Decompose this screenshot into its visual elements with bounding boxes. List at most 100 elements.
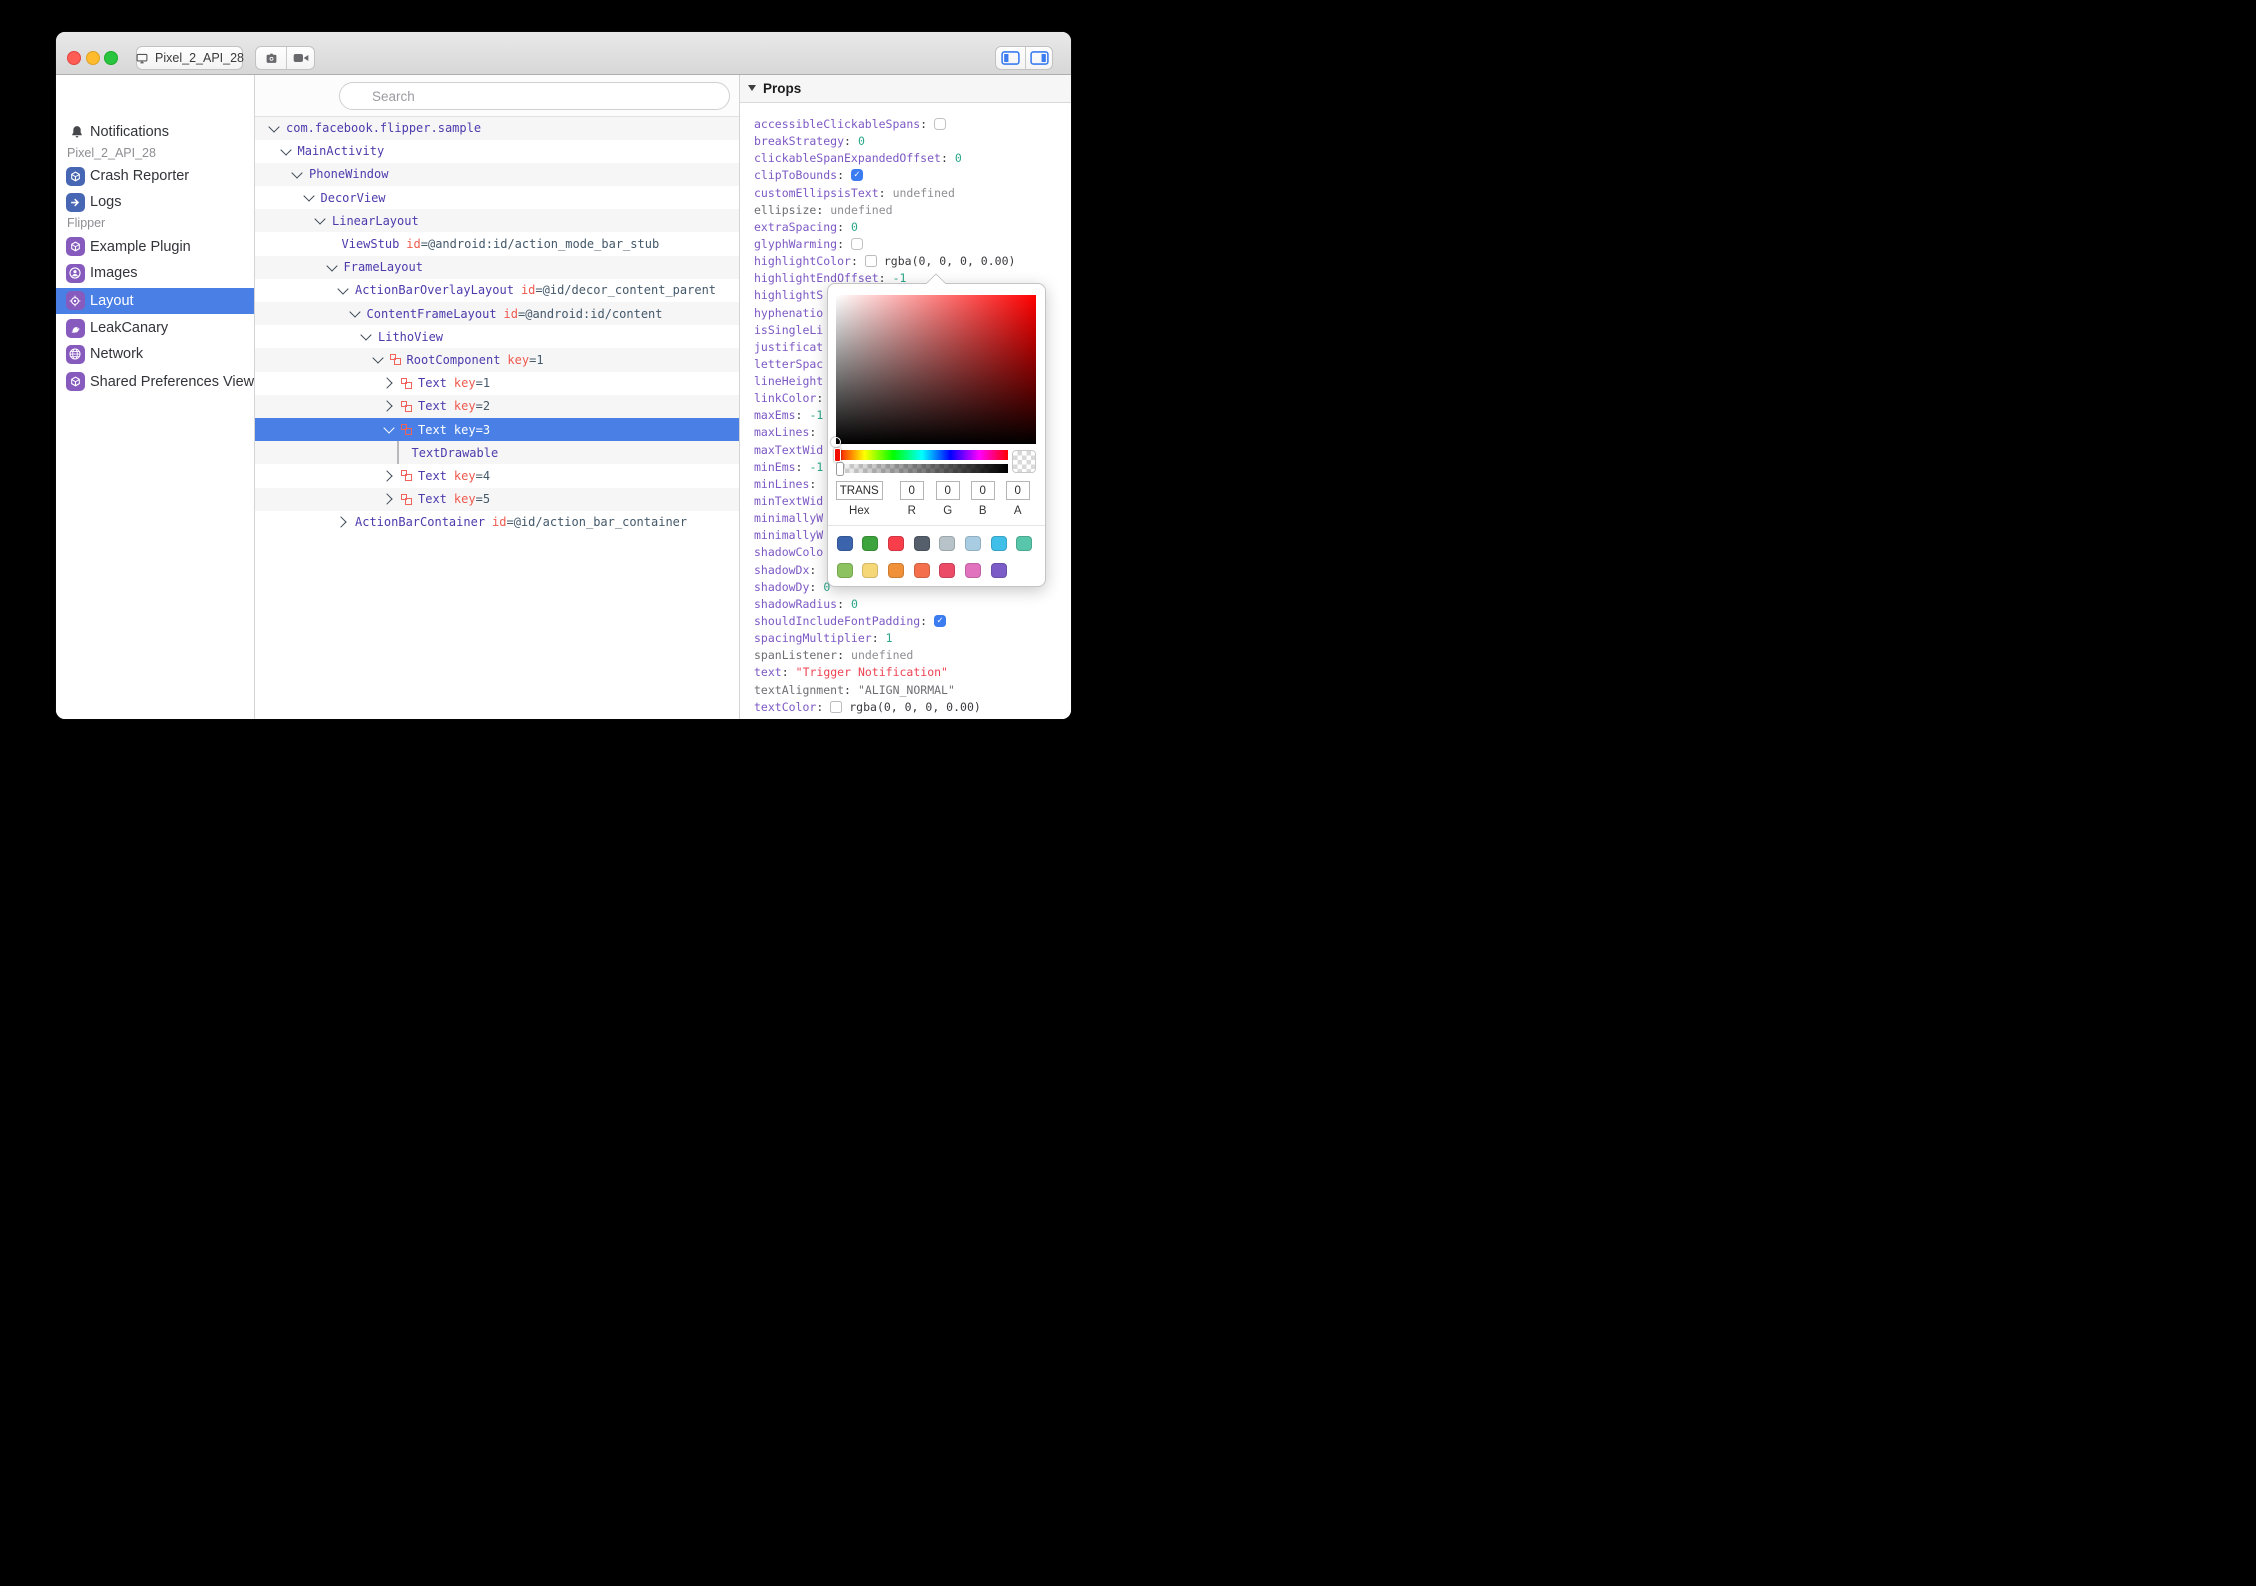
preset-color-swatch[interactable]	[964, 536, 981, 551]
tree-row[interactable]: ContentFrameLayout id =@android:id/content	[255, 302, 739, 326]
prop-row: extraSpacing:0	[754, 219, 858, 234]
blue-label: B	[978, 504, 987, 517]
zoom-button[interactable]	[104, 51, 118, 65]
checkbox-unchecked[interactable]	[851, 237, 864, 250]
hue-slider-handle[interactable]	[834, 447, 841, 462]
blue-input[interactable]: 0	[971, 481, 995, 500]
tree-row[interactable]: ViewStub id =@android:id/action_mode_bar_s…	[255, 232, 739, 255]
chevron-down-icon[interactable]	[371, 352, 384, 365]
chevron-down-icon[interactable]	[268, 120, 280, 133]
tree-row[interactable]: FrameLayout	[255, 255, 739, 279]
tree-row[interactable]: Text key =5	[255, 487, 739, 511]
chevron-down-icon[interactable]	[291, 167, 303, 179]
close-button[interactable]	[67, 51, 81, 65]
tree-row[interactable]: ActionBarOverlayLayout id =@id/decor_conte…	[255, 279, 739, 302]
red-input[interactable]: 0	[900, 481, 924, 500]
tree-row[interactable]: Text key =4	[255, 464, 739, 487]
device-selector-button[interactable]: Pixel_2_API_28	[136, 46, 244, 70]
screenshot-button[interactable]	[256, 47, 287, 69]
chevron-down-icon[interactable]	[314, 213, 326, 226]
preset-color-swatch[interactable]	[913, 536, 930, 551]
minimize-button[interactable]	[85, 51, 100, 65]
sidebar-item-shared-preferences[interactable]: Shared Preferences Viewer	[56, 369, 254, 395]
tree-row[interactable]: com.facebook.flipper.sample	[255, 116, 739, 140]
toggle-left-panel-button[interactable]	[996, 47, 1026, 69]
sidebar-item-leakcanary[interactable]: LeakCanary	[56, 315, 254, 341]
alpha-input[interactable]: 0	[1006, 481, 1030, 500]
preset-color-swatch[interactable]	[939, 562, 956, 578]
sidebar-item-network[interactable]: Network	[56, 341, 254, 367]
checkbox-unchecked[interactable]	[934, 117, 947, 130]
chevron-right-icon[interactable]	[381, 400, 393, 413]
sidebar-item-notifications[interactable]: Notifications	[56, 119, 254, 145]
tree-row[interactable]: Text key =2	[255, 394, 739, 418]
preset-color-swatch[interactable]	[887, 562, 904, 578]
record-video-button[interactable]	[286, 47, 316, 69]
preset-color-swatch[interactable]	[964, 562, 981, 578]
tree-row[interactable]: TextDrawable	[255, 441, 739, 465]
chevron-down-icon[interactable]	[383, 422, 395, 434]
preset-color-swatch[interactable]	[862, 536, 879, 551]
hex-input[interactable]: TRANS	[836, 481, 883, 500]
hue-slider[interactable]	[834, 447, 1008, 462]
chevron-down-icon[interactable]	[337, 283, 349, 295]
litho-component-icon	[401, 400, 412, 412]
alpha-slider[interactable]	[836, 461, 1008, 476]
node-name: Text	[418, 492, 447, 507]
tree-row[interactable]: LithoView	[255, 325, 739, 348]
tree-row[interactable]: DecorView	[255, 186, 739, 209]
chevron-right-icon[interactable]	[381, 470, 393, 482]
search-input[interactable]	[339, 82, 730, 110]
node-name: TextDrawable	[411, 445, 499, 460]
sidebar-item-crash-reporter[interactable]: Crash Reporter	[56, 163, 254, 189]
tree-row[interactable]: ActionBarContainer id =@id/action_bar_cont…	[255, 511, 739, 534]
preset-color-swatch[interactable]	[990, 562, 1007, 578]
preset-color-swatch[interactable]	[862, 562, 879, 578]
node-name: Text	[418, 468, 447, 483]
cube-icon	[65, 237, 85, 256]
preset-color-swatch[interactable]	[913, 562, 930, 578]
sidebar-item-logs[interactable]: Logs	[56, 189, 254, 215]
props-header[interactable]: Props	[740, 75, 1071, 103]
preset-color-swatch[interactable]	[990, 536, 1007, 551]
chevron-down-icon[interactable]	[325, 260, 338, 272]
preset-color-swatch[interactable]	[939, 536, 956, 551]
tree-row[interactable]: RootComponent key =1	[255, 348, 739, 372]
chevron-right-icon[interactable]	[335, 516, 347, 528]
video-camera-icon	[293, 52, 309, 64]
chevron-down-icon[interactable]	[279, 144, 292, 156]
checkbox-checked[interactable]	[851, 169, 864, 182]
tree-row[interactable]: Text key =1	[255, 372, 739, 395]
chevron-down-icon[interactable]	[348, 306, 361, 318]
sidebar-section-flipper: Flipper	[67, 216, 106, 230]
chevron-right-icon[interactable]	[381, 377, 393, 389]
toggle-right-panel-button[interactable]	[1025, 47, 1054, 69]
preset-color-swatch[interactable]	[887, 536, 904, 551]
preset-color-swatch[interactable]	[836, 536, 853, 551]
green-input[interactable]: 0	[936, 481, 960, 500]
tree-row-selected[interactable]: Text key =3	[255, 417, 739, 442]
tree-row[interactable]: LinearLayout	[255, 209, 739, 233]
tree-row[interactable]: PhoneWindow	[255, 162, 739, 187]
sidebar-item-example-plugin[interactable]: Example Plugin	[56, 234, 254, 260]
gradient-marker[interactable]	[830, 436, 841, 447]
node-name: DecorView	[320, 190, 386, 205]
preset-color-swatch[interactable]	[836, 562, 853, 578]
attr-name: id	[503, 306, 518, 321]
checkbox-checked[interactable]	[934, 615, 947, 628]
color-swatch[interactable]	[830, 700, 843, 713]
chevron-down-icon[interactable]	[360, 329, 372, 341]
attr-value: =@android:id/action_mode_bar_stub	[420, 237, 660, 252]
node-name: LithoView	[378, 329, 444, 344]
alpha-slider-handle[interactable]	[836, 461, 844, 476]
sidebar-item-layout[interactable]: Layout	[56, 287, 254, 314]
saturation-value-gradient[interactable]	[836, 295, 1036, 444]
sidebar-item-images[interactable]: Images	[56, 260, 254, 286]
titlebar[interactable]: Pixel_2_API_28	[56, 32, 1071, 75]
color-swatch[interactable]	[864, 255, 877, 268]
tree-row[interactable]: MainActivity	[255, 140, 739, 163]
preset-color-swatch[interactable]	[1016, 536, 1033, 551]
chevron-down-icon[interactable]	[302, 190, 315, 202]
chevron-right-icon[interactable]	[381, 493, 393, 505]
node-name: Text	[418, 399, 447, 414]
